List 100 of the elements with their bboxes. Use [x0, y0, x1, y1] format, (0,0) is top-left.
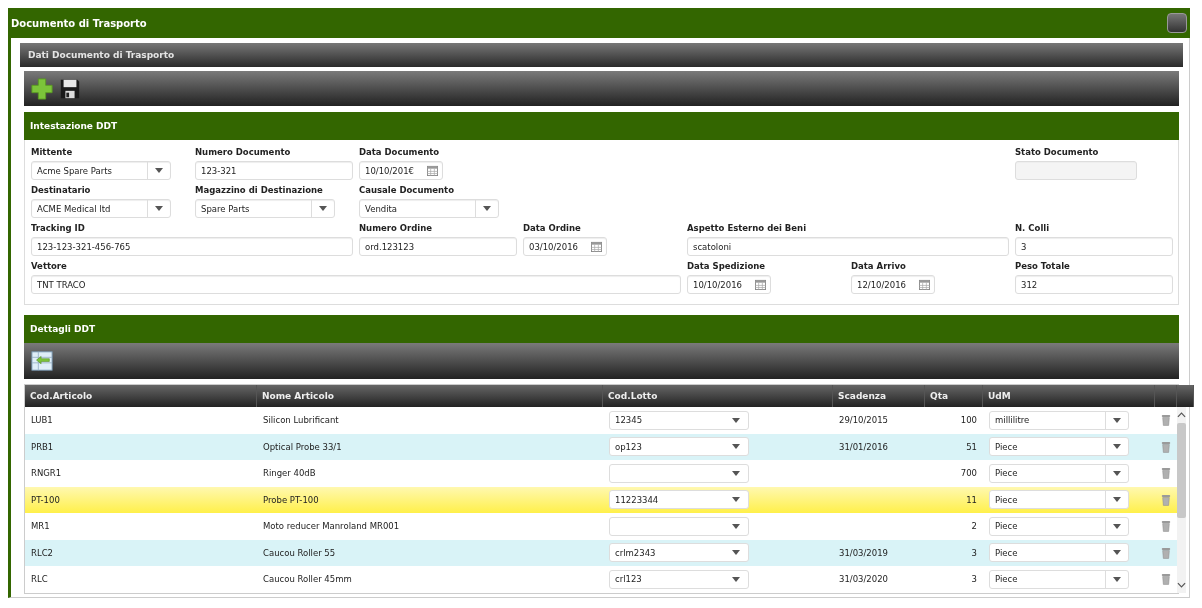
section-header: Intestazione DDT — [24, 112, 1179, 140]
dropdown[interactable]: Spare Parts — [195, 199, 335, 218]
save-icon[interactable] — [59, 77, 81, 100]
table-cell: 29/10/2015 — [839, 415, 888, 426]
column-header — [1177, 385, 1194, 407]
dropdown[interactable]: Piece — [989, 490, 1129, 510]
input-field[interactable]: TNT TRACO — [31, 275, 681, 294]
table-row[interactable]: RLC2 Caucou Roller 55 crlm2343 31/03/2019 3 Piece — [25, 539, 1177, 566]
caret-icon — [1113, 550, 1121, 556]
calendar-icon[interactable] — [427, 165, 438, 176]
field-label: Aspetto Esterno dei Beni — [687, 222, 808, 234]
dropdown[interactable]: Piece — [989, 569, 1129, 589]
table-cell: RNGR1 — [31, 468, 62, 479]
table-cell: Caucou Roller 55 — [263, 547, 336, 558]
column-header[interactable]: UdM — [983, 385, 1155, 407]
date-field[interactable]: 12/10/2016 — [851, 275, 935, 294]
table-cell: Probe PT-100 — [263, 494, 319, 505]
dropdown[interactable]: Piece — [989, 543, 1129, 563]
insert-row-icon[interactable] — [31, 350, 53, 372]
column-header — [1155, 385, 1177, 407]
field-label: Stato Documento — [1015, 146, 1100, 158]
window-title: Documento di Trasporto — [11, 17, 147, 29]
add-icon[interactable] — [31, 77, 53, 100]
column-header[interactable]: Nome Articolo — [257, 385, 603, 407]
dropdown[interactable]: crlm2343 — [609, 543, 749, 563]
table-cell: Caucou Roller 45mm — [263, 574, 352, 585]
caret-icon — [732, 550, 740, 556]
field-label: Numero Documento — [195, 146, 292, 158]
column-header[interactable]: Cod.Articolo — [25, 385, 257, 407]
dropdown[interactable]: Piece — [989, 463, 1129, 483]
table-cell: 3 — [971, 547, 977, 558]
column-header[interactable]: Qta — [925, 385, 983, 407]
calendar-icon[interactable] — [591, 241, 602, 252]
caret-icon — [1113, 470, 1121, 476]
table-cell: RLC — [31, 574, 48, 585]
calendar-icon[interactable] — [755, 279, 766, 290]
dropdown[interactable]: 12345 — [609, 410, 749, 430]
date-field[interactable]: 10/10/2016 — [687, 275, 771, 294]
section-header: Dettagli DDT — [24, 315, 1179, 343]
field-label: Peso Totale — [1015, 260, 1071, 272]
caret-icon — [1113, 444, 1121, 450]
field-label: Data Arrivo — [851, 260, 907, 272]
table-row[interactable]: PT-100 Probe PT-100 11223344 11 Piece — [25, 486, 1177, 513]
caret-icon — [732, 417, 740, 423]
scroll-up-icon[interactable] — [1177, 412, 1186, 418]
table-cell: 11 — [966, 494, 977, 505]
column-header[interactable]: Cod.Lotto — [603, 385, 833, 407]
trash-icon[interactable] — [1161, 520, 1171, 533]
field-label: Data Ordine — [523, 222, 582, 234]
table-cell: 2 — [971, 521, 977, 532]
field-label: Causale Documento — [359, 184, 456, 196]
trash-icon[interactable] — [1161, 440, 1171, 453]
dropdown[interactable]: millilitre — [989, 410, 1129, 430]
date-field[interactable]: 03/10/2016 — [523, 237, 607, 256]
table-cell: PT-100 — [31, 494, 60, 505]
input-field[interactable]: scatoloni — [687, 237, 1009, 256]
scrollbar[interactable] — [1177, 407, 1186, 593]
dropdown[interactable]: crl123 — [609, 569, 749, 589]
input-field[interactable]: 123-321 — [195, 161, 353, 180]
dropdown[interactable]: Piece — [989, 437, 1129, 457]
field-label: Mittente — [31, 146, 74, 158]
dropdown[interactable]: Acme Spare Parts — [31, 161, 171, 180]
trash-icon[interactable] — [1161, 493, 1171, 506]
table-row[interactable]: PRB1 Optical Probe 33/1 op123 31/01/2016 51 Piece — [25, 433, 1177, 460]
trash-icon[interactable] — [1161, 573, 1171, 586]
dropdown[interactable]: Piece — [989, 516, 1129, 536]
caret-icon — [483, 206, 491, 211]
caret-icon — [1113, 497, 1121, 503]
trash-icon[interactable] — [1161, 546, 1171, 559]
input-field[interactable]: ord.123123 — [359, 237, 517, 256]
trash-icon[interactable] — [1161, 414, 1171, 427]
table-cell: Moto reducer Manroland MR001 — [263, 521, 400, 532]
table-cell: MR1 — [31, 521, 50, 532]
dropdown[interactable]: Vendita — [359, 199, 499, 218]
caret-icon — [1113, 523, 1121, 529]
input-field[interactable]: 123-123-321-456-765 — [31, 237, 353, 256]
input-field[interactable]: 3 — [1015, 237, 1173, 256]
field-label: Data Spedizione — [687, 260, 767, 272]
date-field[interactable]: 10/10/201€ — [359, 161, 443, 180]
table-cell: Ringer 40dB — [263, 468, 316, 479]
collapse-button[interactable] — [1167, 13, 1187, 33]
caret-icon — [155, 168, 163, 173]
field-label: Tracking ID — [31, 222, 86, 234]
table-cell: 51 — [966, 441, 977, 452]
table-cell: Optical Probe 33/1 — [263, 441, 342, 452]
caret-icon — [732, 576, 740, 582]
panel-header: Dati Documento di Trasporto — [20, 43, 1183, 67]
column-header[interactable]: Scadenza — [833, 385, 925, 407]
scroll-down-icon[interactable] — [1177, 581, 1186, 588]
caret-icon — [155, 206, 163, 211]
dropdown[interactable]: ACME Medical ltd — [31, 199, 171, 218]
input-field[interactable]: 312 — [1015, 275, 1173, 294]
table-cell: 3 — [971, 574, 977, 585]
trash-icon[interactable] — [1161, 467, 1171, 480]
caret-icon — [1113, 576, 1121, 582]
dropdown[interactable]: op123 — [609, 437, 749, 457]
table-cell: 31/03/2020 — [839, 574, 888, 585]
dropdown[interactable]: 11223344 — [609, 490, 749, 510]
calendar-icon[interactable] — [919, 279, 930, 290]
field-label: N. Colli — [1015, 222, 1051, 234]
